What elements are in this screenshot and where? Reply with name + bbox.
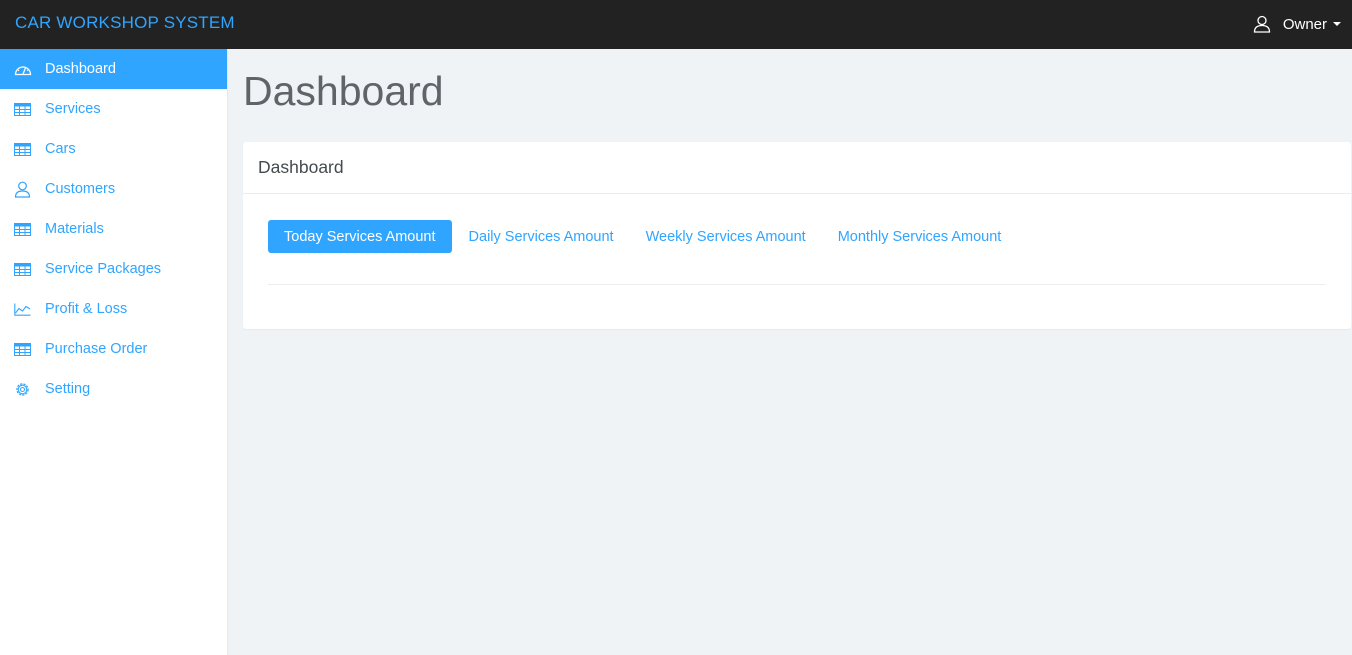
sidebar-item-service-packages[interactable]: Service Packages <box>0 249 227 289</box>
sidebar-item-profit-loss[interactable]: Profit & Loss <box>0 289 227 329</box>
sidebar-item-label: Services <box>45 101 101 117</box>
dashboard-icon <box>0 62 45 76</box>
sidebar-item-label: Cars <box>45 141 76 157</box>
tab-today-services-amount[interactable]: Today Services Amount <box>268 220 452 253</box>
caret-down-icon <box>1333 22 1341 26</box>
dashboard-panel: Dashboard Today Services Amount Daily Se… <box>243 142 1351 329</box>
sidebar-item-setting[interactable]: Setting <box>0 369 227 409</box>
gear-icon <box>0 381 45 398</box>
sidebar-item-dashboard[interactable]: Dashboard <box>0 49 227 89</box>
sidebar-item-label: Purchase Order <box>45 341 148 357</box>
user-name: Owner <box>1282 15 1327 33</box>
table-icon <box>0 142 45 156</box>
sidebar-item-label: Setting <box>45 381 91 397</box>
panel-heading: Dashboard <box>243 142 1351 194</box>
line-chart-icon <box>0 303 45 316</box>
main-content: Dashboard Dashboard Today Services Amoun… <box>229 49 1352 655</box>
user-icon <box>0 181 45 198</box>
sidebar-item-label: Dashboard <box>45 61 116 77</box>
user-icon <box>1253 15 1270 33</box>
table-icon <box>0 222 45 236</box>
sidebar-item-label: Service Packages <box>45 261 162 277</box>
sidebar-item-purchase-order[interactable]: Purchase Order <box>0 329 227 369</box>
brand-link[interactable]: CAR WORKSHOP SYSTEM <box>15 13 235 33</box>
sidebar-item-label: Customers <box>45 181 116 197</box>
sidebar-item-cars[interactable]: Cars <box>0 129 227 169</box>
user-menu-toggle[interactable]: Owner <box>1253 13 1341 35</box>
sidebar: Dashboard Services Cars Customers Materi… <box>0 49 228 655</box>
tab-monthly-services-amount[interactable]: Monthly Services Amount <box>822 220 1018 253</box>
page-title: Dashboard <box>243 68 444 114</box>
sidebar-item-services[interactable]: Services <box>0 89 227 129</box>
tab-daily-services-amount[interactable]: Daily Services Amount <box>453 220 630 253</box>
tab-content-divider <box>268 284 1326 285</box>
sidebar-item-label: Profit & Loss <box>45 301 128 317</box>
top-navbar: CAR WORKSHOP SYSTEM Owner <box>0 0 1352 49</box>
services-amount-tabs: Today Services Amount Daily Services Amo… <box>268 220 1017 253</box>
table-icon <box>0 102 45 116</box>
table-icon <box>0 342 45 356</box>
sidebar-item-label: Materials <box>45 221 104 237</box>
table-icon <box>0 262 45 276</box>
tab-weekly-services-amount[interactable]: Weekly Services Amount <box>630 220 822 253</box>
sidebar-item-materials[interactable]: Materials <box>0 209 227 249</box>
sidebar-item-customers[interactable]: Customers <box>0 169 227 209</box>
